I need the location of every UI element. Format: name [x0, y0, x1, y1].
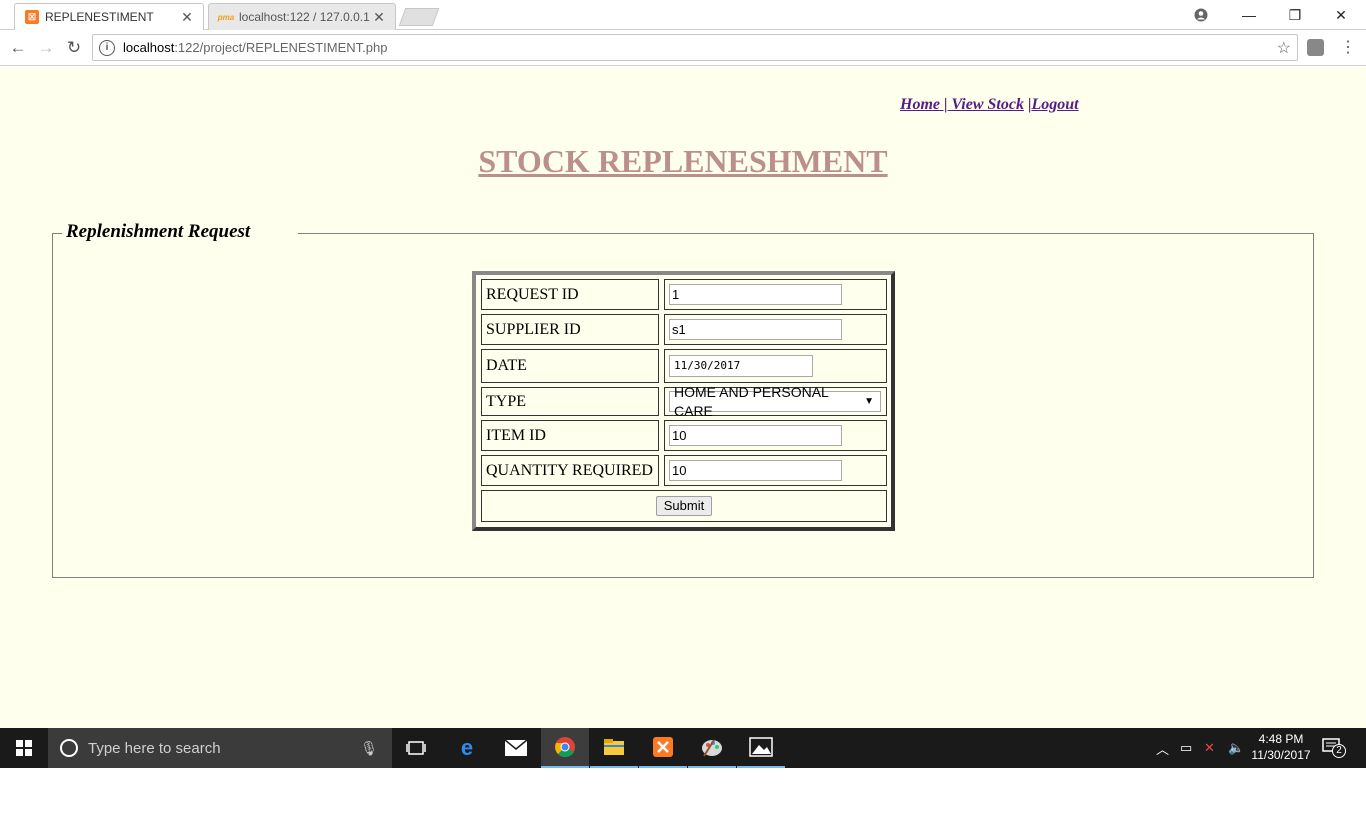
- chrome-menu-icon[interactable]: ⋮: [1340, 38, 1356, 58]
- supplier-id-input[interactable]: s1: [669, 319, 842, 340]
- windows-logo-icon: [16, 740, 32, 756]
- search-placeholder: Type here to search: [88, 739, 221, 757]
- battery-icon[interactable]: ▭: [1180, 728, 1192, 768]
- clock-date: 11/30/2017: [1251, 748, 1311, 762]
- supplier-id-cell: s1: [664, 314, 887, 345]
- profile-icon[interactable]: [1178, 0, 1224, 30]
- start-button[interactable]: [0, 728, 48, 768]
- supplier-id-label: SUPPLIER ID: [481, 314, 659, 345]
- type-label: TYPE: [481, 387, 659, 416]
- restore-button[interactable]: ❐: [1272, 0, 1318, 30]
- mail-icon[interactable]: [492, 728, 540, 768]
- forward-arrow-icon[interactable]: →: [34, 36, 58, 60]
- request-id-label: REQUEST ID: [481, 279, 659, 310]
- network-icon[interactable]: ✕: [1204, 728, 1215, 768]
- type-selected-value: HOME AND PERSONAL CARE: [674, 383, 829, 419]
- quantity-label: QUANTITY REQUIRED: [481, 455, 659, 486]
- address-bar[interactable]: i localhost:122/project/REPLENESTIMENT.p…: [92, 34, 1298, 61]
- date-input[interactable]: 11/30/2017: [669, 355, 813, 377]
- type-select[interactable]: HOME AND PERSONAL CARE ▼: [669, 384, 881, 419]
- dropdown-caret-icon: ▼: [864, 396, 874, 407]
- minimize-button[interactable]: —: [1226, 0, 1272, 30]
- replenishment-form: REQUEST ID 1 SUPPLIER ID s1 DATE 11/30/2…: [472, 271, 895, 531]
- notification-badge: 2: [1332, 744, 1346, 758]
- task-view-icon[interactable]: [392, 728, 440, 768]
- taskbar-search[interactable]: Type here to search 🎙: [48, 728, 392, 768]
- new-tab-button[interactable]: [398, 8, 440, 26]
- back-arrow-icon[interactable]: ←: [6, 36, 30, 60]
- tab-replenestiment[interactable]: ☒ REPLENESTIMENT ✕: [14, 3, 204, 30]
- photos-icon[interactable]: [737, 728, 785, 768]
- close-icon[interactable]: ✕: [179, 9, 195, 26]
- date-label: DATE: [481, 349, 659, 383]
- tab-phpmyadmin[interactable]: pma localhost:122 / 127.0.0.1 ✕: [208, 3, 396, 30]
- quantity-cell: 10: [664, 455, 887, 486]
- item-id-cell: 10: [664, 420, 887, 451]
- tray-chevron-icon[interactable]: ︿: [1156, 728, 1169, 768]
- clock-time: 4:48 PM: [1258, 732, 1304, 746]
- tab-title: localhost:122 / 127.0.0.1: [239, 10, 370, 24]
- windows-taskbar: Type here to search 🎙 e ︿ ▭ ✕ 🔈 4:48 PM …: [0, 728, 1366, 768]
- date-cell: 11/30/2017: [664, 349, 887, 383]
- paint-icon[interactable]: [688, 728, 736, 768]
- close-window-button[interactable]: ✕: [1318, 0, 1364, 30]
- page-title: STOCK REPLENESHMENT: [478, 143, 888, 179]
- clock[interactable]: 4:48 PM 11/30/2017: [1246, 731, 1316, 763]
- tab-title: REPLENESTIMENT: [45, 10, 154, 24]
- submit-button[interactable]: Submit: [655, 496, 713, 516]
- extension-icon[interactable]: [1307, 39, 1324, 56]
- microphone-icon[interactable]: 🎙: [360, 740, 378, 757]
- browser-toolbar: ← → ↻ i localhost:122/project/REPLENESTI…: [0, 30, 1366, 66]
- page-content: Home | View Stock |Logout STOCK REPLENES…: [0, 67, 1366, 728]
- url-host: localhost: [123, 40, 175, 55]
- top-navigation: Home | View Stock |Logout: [900, 96, 1079, 114]
- item-id-input[interactable]: 10: [669, 425, 842, 446]
- edge-icon[interactable]: e: [443, 728, 491, 768]
- nav-separator: |: [1023, 96, 1032, 113]
- tab-strip: ☒ REPLENESTIMENT ✕ pma localhost:122 / 1…: [0, 0, 1366, 30]
- bookmark-star-icon[interactable]: ☆: [1277, 38, 1291, 58]
- below-screen-area: [0, 768, 1366, 815]
- item-id-label: ITEM ID: [481, 420, 659, 451]
- action-center-icon[interactable]: 2: [1322, 738, 1346, 758]
- submit-cell: Submit: [481, 490, 887, 522]
- quantity-input[interactable]: 10: [669, 460, 842, 481]
- chrome-icon[interactable]: [541, 728, 589, 768]
- url-path: :122/project/REPLENESTIMENT.php: [174, 40, 388, 55]
- request-id-cell: 1: [664, 279, 887, 310]
- close-icon[interactable]: ✕: [371, 9, 387, 26]
- phpmyadmin-icon: pma: [217, 12, 235, 22]
- xampp-icon: ☒: [25, 10, 39, 24]
- info-icon[interactable]: i: [99, 39, 115, 56]
- volume-icon[interactable]: 🔈: [1228, 728, 1244, 768]
- type-cell: HOME AND PERSONAL CARE ▼: [664, 384, 887, 419]
- fieldset-legend: Replenishment Request: [66, 221, 255, 243]
- xampp-taskbar-icon[interactable]: [639, 728, 687, 768]
- logout-link[interactable]: Logout: [1032, 96, 1079, 113]
- request-id-input[interactable]: 1: [669, 284, 842, 305]
- view-stock-link[interactable]: View Stock: [948, 96, 1024, 113]
- reload-icon[interactable]: ↻: [62, 36, 86, 60]
- cortana-icon: [60, 739, 78, 757]
- file-explorer-icon[interactable]: [590, 728, 638, 768]
- home-link[interactable]: Home |: [900, 96, 948, 113]
